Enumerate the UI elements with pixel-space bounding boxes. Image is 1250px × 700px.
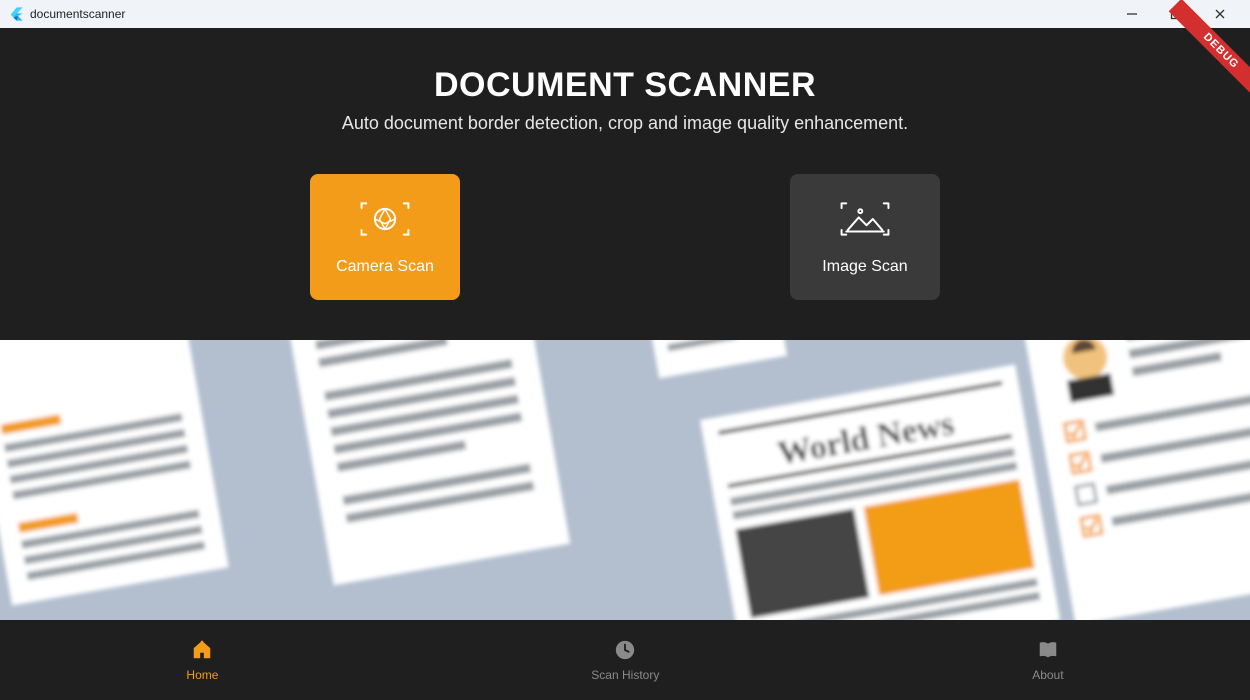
nav-about[interactable]: About [1032,639,1063,682]
camera-aperture-icon [360,199,410,244]
nav-history[interactable]: Scan History [591,639,659,682]
image-scan-button[interactable]: Image Scan [790,174,940,300]
camera-scan-label: Camera Scan [336,258,434,276]
nav-home[interactable]: Home [186,639,218,682]
flutter-logo-icon [8,6,24,22]
page-subtitle: Auto document border detection, crop and… [342,113,908,134]
nav-history-label: Scan History [591,668,659,682]
book-icon [1037,639,1059,664]
window-minimize-button[interactable] [1110,0,1154,28]
home-icon [191,639,213,664]
page-title: DOCUMENT SCANNER [434,66,816,105]
illustration-banner: World News [0,340,1250,620]
bottom-nav: Home Scan History About [0,620,1250,700]
nav-about-label: About [1032,668,1063,682]
camera-scan-button[interactable]: Camera Scan [310,174,460,300]
window-title: documentscanner [30,7,125,21]
image-landscape-icon [840,199,890,244]
window-titlebar: documentscanner [0,0,1250,28]
image-scan-label: Image Scan [822,258,907,276]
nav-home-label: Home [186,668,218,682]
clock-icon [614,639,636,664]
hero-section: DEBUG DOCUMENT SCANNER Auto document bor… [0,28,1250,340]
